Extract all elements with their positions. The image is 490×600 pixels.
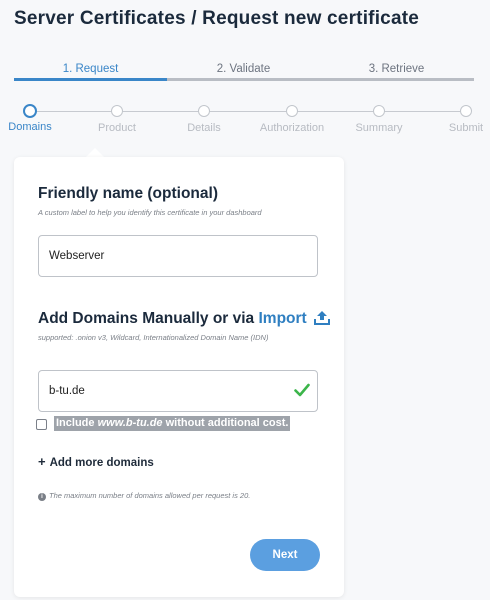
info-icon: i [38, 493, 46, 501]
request-tabs: 1. Request 2. Validate 3. Retrieve [14, 62, 474, 82]
include-domain: www.b-tu.de [97, 417, 163, 429]
domain-field-wrapper [38, 370, 318, 412]
tab-indicator-active [14, 78, 167, 81]
next-button[interactable]: Next [250, 539, 320, 571]
step-dot [23, 104, 37, 118]
domains-hint: supported: .onion v3, Wildcard, Internat… [38, 333, 269, 342]
friendly-name-hint: A custom label to help you identify this… [38, 208, 262, 217]
step-dot [198, 105, 210, 117]
request-form-card: Friendly name (optional) A custom label … [14, 157, 344, 597]
add-domains-heading-text: Add Domains Manually or via [38, 310, 255, 327]
domain-input[interactable] [38, 370, 318, 412]
add-domains-heading: Add Domains Manually or via Import [38, 310, 331, 330]
plus-icon: + [38, 454, 46, 469]
check-icon [294, 383, 310, 402]
max-domains-info: i The maximum number of domains allowed p… [38, 491, 250, 501]
info-text: The maximum number of domains allowed pe… [49, 491, 251, 500]
step-label: Summary [355, 122, 403, 134]
add-more-domains-button[interactable]: + Add more domains [38, 454, 154, 469]
tab-validate[interactable]: 2. Validate [167, 62, 320, 76]
progress-stepper: Domains Product Details Authorization Su… [0, 104, 490, 137]
step-dot [286, 105, 298, 117]
step-label: Domains [8, 121, 52, 133]
upload-icon[interactable] [314, 310, 331, 330]
card-pointer [86, 148, 104, 157]
step-domains[interactable]: Domains [0, 104, 70, 133]
step-label: Authorization [259, 122, 325, 134]
step-label: Details [187, 122, 221, 134]
import-link[interactable]: Import [259, 310, 307, 327]
step-product: Product [77, 105, 157, 134]
include-www-checkbox[interactable] [36, 419, 47, 430]
page-title: Server Certificates / Request new certif… [14, 8, 420, 29]
step-authorization: Authorization [252, 105, 332, 134]
step-details: Details [164, 105, 244, 134]
tab-indicator-track [167, 78, 474, 81]
step-dot [373, 105, 385, 117]
friendly-name-input[interactable] [38, 235, 318, 277]
include-www-label[interactable]: Include www.b-tu.de without additional c… [54, 416, 291, 431]
add-more-label: Add more domains [49, 457, 154, 469]
tab-request[interactable]: 1. Request [14, 62, 167, 76]
step-submit: Submit [426, 105, 490, 134]
include-suffix: without additional cost. [165, 417, 289, 429]
step-dot [460, 105, 472, 117]
step-label: Submit [448, 122, 484, 134]
friendly-name-heading: Friendly name (optional) [38, 185, 218, 202]
tab-retrieve[interactable]: 3. Retrieve [320, 62, 473, 76]
step-label: Product [98, 122, 136, 134]
include-prefix: Include [56, 417, 95, 429]
step-dot [111, 105, 123, 117]
step-summary: Summary [339, 105, 419, 134]
